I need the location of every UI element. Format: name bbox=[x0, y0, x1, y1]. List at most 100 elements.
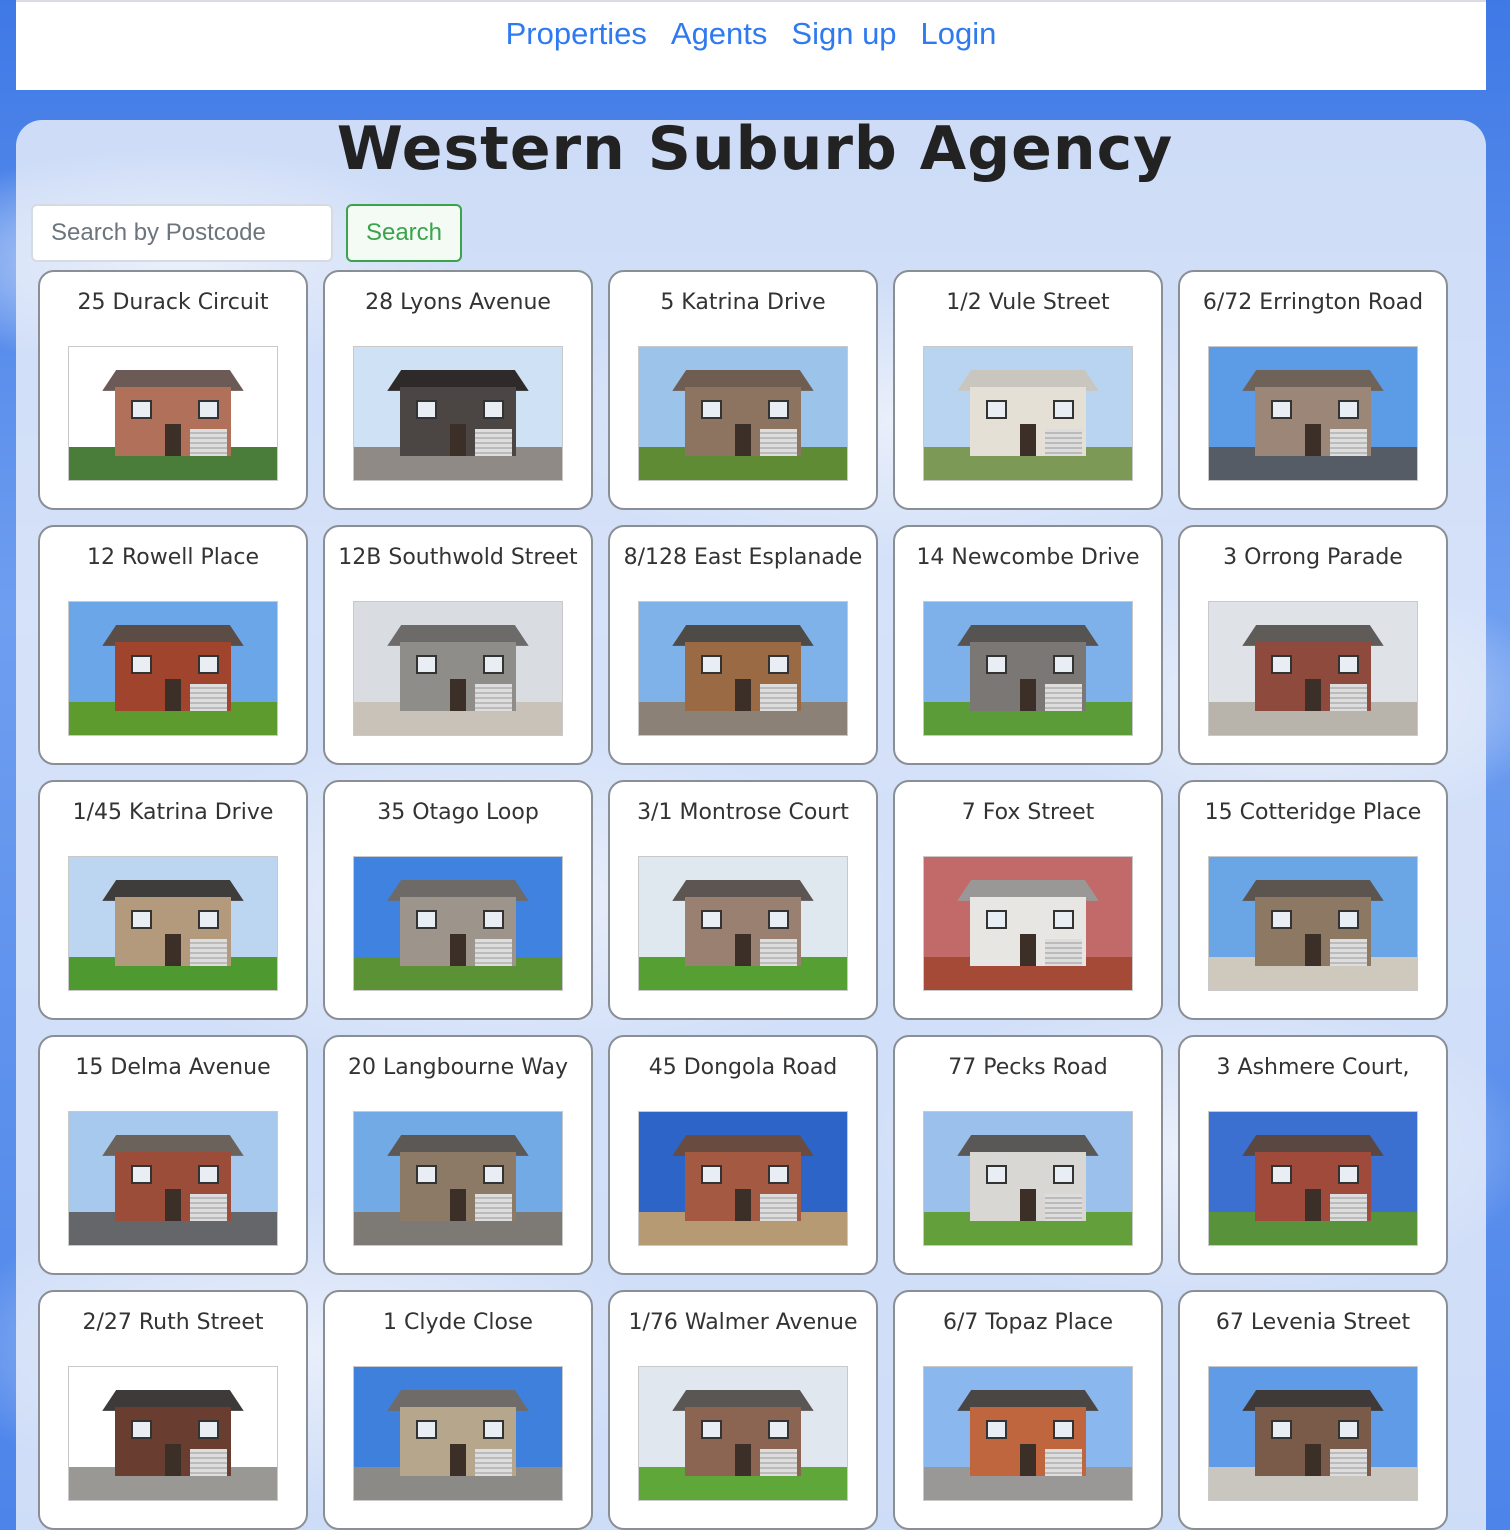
house-door bbox=[1304, 934, 1322, 967]
property-card[interactable]: 1 Clyde Close bbox=[323, 1290, 593, 1530]
property-address: 1/45 Katrina Drive bbox=[72, 800, 274, 825]
property-card[interactable]: 1/2 Vule Street bbox=[893, 270, 1163, 510]
house-door bbox=[734, 934, 752, 967]
house-garage bbox=[1044, 1449, 1083, 1477]
house-window bbox=[1052, 400, 1074, 419]
property-card[interactable]: 12 Rowell Place bbox=[38, 525, 308, 765]
property-address: 25 Durack Circuit bbox=[77, 290, 269, 315]
property-card[interactable]: 45 Dongola Road bbox=[608, 1035, 878, 1275]
property-photo[interactable] bbox=[923, 1366, 1133, 1501]
property-photo[interactable] bbox=[638, 856, 848, 991]
house-window bbox=[701, 400, 723, 419]
house-window bbox=[416, 1165, 438, 1184]
property-photo[interactable] bbox=[1208, 1111, 1418, 1246]
house-window bbox=[482, 400, 504, 419]
property-photo[interactable] bbox=[353, 1111, 563, 1246]
property-card[interactable]: 3/1 Montrose Court bbox=[608, 780, 878, 1020]
nav-link-properties[interactable]: Properties bbox=[506, 16, 647, 52]
house-garage bbox=[1329, 1194, 1368, 1222]
property-card[interactable]: 15 Delma Avenue bbox=[38, 1035, 308, 1275]
house-window bbox=[1337, 400, 1359, 419]
property-card[interactable]: 2/27 Ruth Street bbox=[38, 1290, 308, 1530]
house-garage bbox=[1329, 684, 1368, 712]
property-card[interactable]: 25 Durack Circuit bbox=[38, 270, 308, 510]
property-photo[interactable] bbox=[638, 346, 848, 481]
nav-link-signup[interactable]: Sign up bbox=[791, 16, 896, 52]
property-photo[interactable] bbox=[1208, 346, 1418, 481]
property-photo[interactable] bbox=[638, 601, 848, 736]
house-door bbox=[1304, 424, 1322, 457]
property-photo[interactable] bbox=[68, 601, 278, 736]
house-window bbox=[131, 400, 153, 419]
house-window bbox=[701, 1420, 723, 1439]
property-photo[interactable] bbox=[353, 346, 563, 481]
property-photo[interactable] bbox=[923, 856, 1133, 991]
property-photo[interactable] bbox=[638, 1111, 848, 1246]
house-window bbox=[482, 910, 504, 929]
house-window bbox=[131, 1165, 153, 1184]
house-garage bbox=[189, 1194, 228, 1222]
property-card[interactable]: 35 Otago Loop bbox=[323, 780, 593, 1020]
property-card[interactable]: 6/7 Topaz Place bbox=[893, 1290, 1163, 1530]
property-photo[interactable] bbox=[68, 1366, 278, 1501]
property-photo[interactable] bbox=[353, 856, 563, 991]
property-photo[interactable] bbox=[1208, 1366, 1418, 1501]
property-address: 6/7 Topaz Place bbox=[942, 1310, 1114, 1335]
property-card[interactable]: 1/45 Katrina Drive bbox=[38, 780, 308, 1020]
property-card[interactable]: 6/72 Errington Road bbox=[1178, 270, 1448, 510]
property-card[interactable]: 15 Cotteridge Place bbox=[1178, 780, 1448, 1020]
property-address: 77 Pecks Road bbox=[948, 1055, 1108, 1080]
house-garage bbox=[1044, 684, 1083, 712]
property-card[interactable]: 5 Katrina Drive bbox=[608, 270, 878, 510]
house-window bbox=[767, 400, 789, 419]
property-photo[interactable] bbox=[923, 346, 1133, 481]
property-card[interactable]: 67 Levenia Street bbox=[1178, 1290, 1448, 1530]
house-window bbox=[767, 1165, 789, 1184]
property-card[interactable]: 77 Pecks Road bbox=[893, 1035, 1163, 1275]
house-window bbox=[131, 1420, 153, 1439]
nav-link-agents[interactable]: Agents bbox=[671, 16, 768, 52]
house-door bbox=[1304, 1189, 1322, 1222]
property-address: 28 Lyons Avenue bbox=[365, 290, 551, 315]
property-photo[interactable] bbox=[68, 856, 278, 991]
property-photo[interactable] bbox=[638, 1366, 848, 1501]
house-window bbox=[1052, 910, 1074, 929]
property-photo[interactable] bbox=[353, 1366, 563, 1501]
property-photo[interactable] bbox=[923, 601, 1133, 736]
property-photo[interactable] bbox=[923, 1111, 1133, 1246]
house-window bbox=[416, 1420, 438, 1439]
house-door bbox=[449, 1189, 467, 1222]
house-window bbox=[482, 1165, 504, 1184]
nav-link-login[interactable]: Login bbox=[921, 16, 997, 52]
property-photo[interactable] bbox=[68, 1111, 278, 1246]
property-card[interactable]: 28 Lyons Avenue bbox=[323, 270, 593, 510]
property-photo[interactable] bbox=[353, 601, 563, 736]
property-card[interactable]: 20 Langbourne Way bbox=[323, 1035, 593, 1275]
property-card[interactable]: 3 Orrong Parade bbox=[1178, 525, 1448, 765]
house-garage bbox=[474, 939, 513, 967]
house-door bbox=[1019, 424, 1037, 457]
house-door bbox=[164, 1189, 182, 1222]
property-card[interactable]: 8/128 East Esplanade bbox=[608, 525, 878, 765]
house-door bbox=[734, 1444, 752, 1477]
property-card[interactable]: 7 Fox Street bbox=[893, 780, 1163, 1020]
property-card[interactable]: 12B Southwold Street bbox=[323, 525, 593, 765]
property-photo[interactable] bbox=[1208, 856, 1418, 991]
house-garage bbox=[759, 1194, 798, 1222]
house-window bbox=[1271, 655, 1293, 674]
property-photo[interactable] bbox=[68, 346, 278, 481]
property-address: 15 Cotteridge Place bbox=[1204, 800, 1422, 825]
property-card[interactable]: 1/76 Walmer Avenue bbox=[608, 1290, 878, 1530]
search-button[interactable]: Search bbox=[346, 204, 462, 262]
property-card[interactable]: 3 Ashmere Court, bbox=[1178, 1035, 1448, 1275]
house-door bbox=[1019, 934, 1037, 967]
postcode-search-input[interactable] bbox=[31, 204, 333, 262]
property-photo[interactable] bbox=[1208, 601, 1418, 736]
property-address: 15 Delma Avenue bbox=[75, 1055, 271, 1080]
house-door bbox=[734, 1189, 752, 1222]
house-garage bbox=[189, 684, 228, 712]
property-card[interactable]: 14 Newcombe Drive bbox=[893, 525, 1163, 765]
property-address: 1 Clyde Close bbox=[383, 1310, 533, 1335]
house-window bbox=[416, 655, 438, 674]
property-address: 7 Fox Street bbox=[961, 800, 1095, 825]
